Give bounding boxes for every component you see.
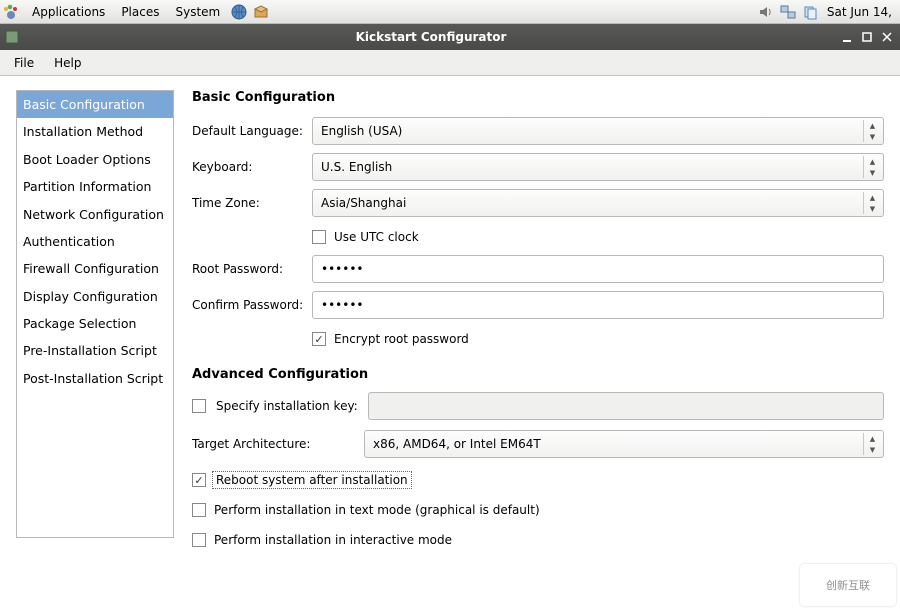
root-password-value: •••••• [321, 262, 363, 276]
use-utc-label: Use UTC clock [334, 230, 419, 244]
timezone-combobox[interactable]: Asia/Shanghai ▲▼ [312, 189, 884, 217]
sidebar-item-bootloader[interactable]: Boot Loader Options [17, 146, 173, 173]
confirm-password-label: Confirm Password: [192, 298, 312, 312]
sidebar-item-install-method[interactable]: Installation Method [17, 118, 173, 145]
spin-icon: ▲▼ [863, 120, 881, 142]
advanced-config-title: Advanced Configuration [192, 367, 884, 382]
default-language-value: English (USA) [321, 124, 402, 138]
sidebar-item-display[interactable]: Display Configuration [17, 283, 173, 310]
use-utc-checkbox[interactable] [312, 230, 326, 244]
app-icon [4, 29, 20, 45]
installation-key-entry[interactable] [368, 392, 884, 420]
spin-icon: ▲▼ [863, 433, 881, 455]
menubar: File Help [0, 50, 900, 76]
spin-icon: ▲▼ [863, 156, 881, 178]
keyboard-value: U.S. English [321, 160, 392, 174]
interactive-label: Perform installation in interactive mode [214, 533, 452, 547]
timezone-label: Time Zone: [192, 196, 312, 210]
sidebar-item-packages[interactable]: Package Selection [17, 310, 173, 337]
volume-icon[interactable] [755, 1, 777, 23]
close-button[interactable] [878, 28, 896, 46]
specify-key-label: Specify installation key: [216, 399, 358, 413]
sidebar-item-post-script[interactable]: Post-Installation Script [17, 365, 173, 392]
encrypt-root-checkbox[interactable] [312, 332, 326, 346]
reboot-checkbox[interactable] [192, 473, 206, 487]
root-password-label: Root Password: [192, 262, 312, 276]
network-icon[interactable] [777, 1, 799, 23]
sidebar-item-auth[interactable]: Authentication [17, 228, 173, 255]
target-arch-value: x86, AMD64, or Intel EM64T [373, 437, 541, 451]
sidebar-item-partition[interactable]: Partition Information [17, 173, 173, 200]
text-mode-label: Perform installation in text mode (graph… [214, 503, 540, 517]
keyboard-combobox[interactable]: U.S. English ▲▼ [312, 153, 884, 181]
text-mode-checkbox[interactable] [192, 503, 206, 517]
applications-menu[interactable]: Applications [24, 0, 113, 24]
sidebar-item-basic[interactable]: Basic Configuration [17, 91, 173, 118]
sidebar-item-network[interactable]: Network Configuration [17, 201, 173, 228]
encrypt-root-label: Encrypt root password [334, 332, 469, 346]
clipboard-icon[interactable] [799, 1, 821, 23]
interactive-checkbox[interactable] [192, 533, 206, 547]
window-title: Kickstart Configurator [26, 30, 836, 44]
confirm-password-value: •••••• [321, 298, 363, 312]
places-menu[interactable]: Places [113, 0, 167, 24]
default-language-combobox[interactable]: English (USA) ▲▼ [312, 117, 884, 145]
target-arch-combobox[interactable]: x86, AMD64, or Intel EM64T ▲▼ [364, 430, 884, 458]
sidebar-item-pre-script[interactable]: Pre-Installation Script [17, 337, 173, 364]
window-titlebar: Kickstart Configurator [0, 24, 900, 50]
target-arch-label: Target Architecture: [192, 437, 354, 451]
default-language-label: Default Language: [192, 124, 312, 138]
help-menu[interactable]: Help [44, 54, 91, 72]
watermark: 创新互联 [800, 564, 896, 606]
root-password-entry[interactable]: •••••• [312, 255, 884, 283]
section-list[interactable]: Basic Configuration Installation Method … [16, 90, 174, 538]
timezone-value: Asia/Shanghai [321, 196, 406, 210]
main-pane: Basic Configuration Default Language: En… [192, 90, 884, 594]
keyboard-label: Keyboard: [192, 160, 312, 174]
content-area: Basic Configuration Installation Method … [0, 76, 900, 610]
globe-icon[interactable] [228, 1, 250, 23]
foot-icon [2, 3, 20, 21]
minimize-button[interactable] [838, 28, 856, 46]
system-menu[interactable]: System [167, 0, 228, 24]
spin-icon: ▲▼ [863, 192, 881, 214]
file-menu[interactable]: File [4, 54, 44, 72]
maximize-button[interactable] [858, 28, 876, 46]
clock[interactable]: Sat Jun 14, [821, 5, 898, 19]
box-icon[interactable] [250, 1, 272, 23]
reboot-label: Reboot system after installation [214, 473, 410, 487]
specify-key-checkbox[interactable] [192, 399, 206, 413]
sidebar-item-firewall[interactable]: Firewall Configuration [17, 255, 173, 282]
confirm-password-entry[interactable]: •••••• [312, 291, 884, 319]
gnome-panel: Applications Places System Sat Jun 14, [0, 0, 900, 24]
basic-config-title: Basic Configuration [192, 90, 884, 105]
